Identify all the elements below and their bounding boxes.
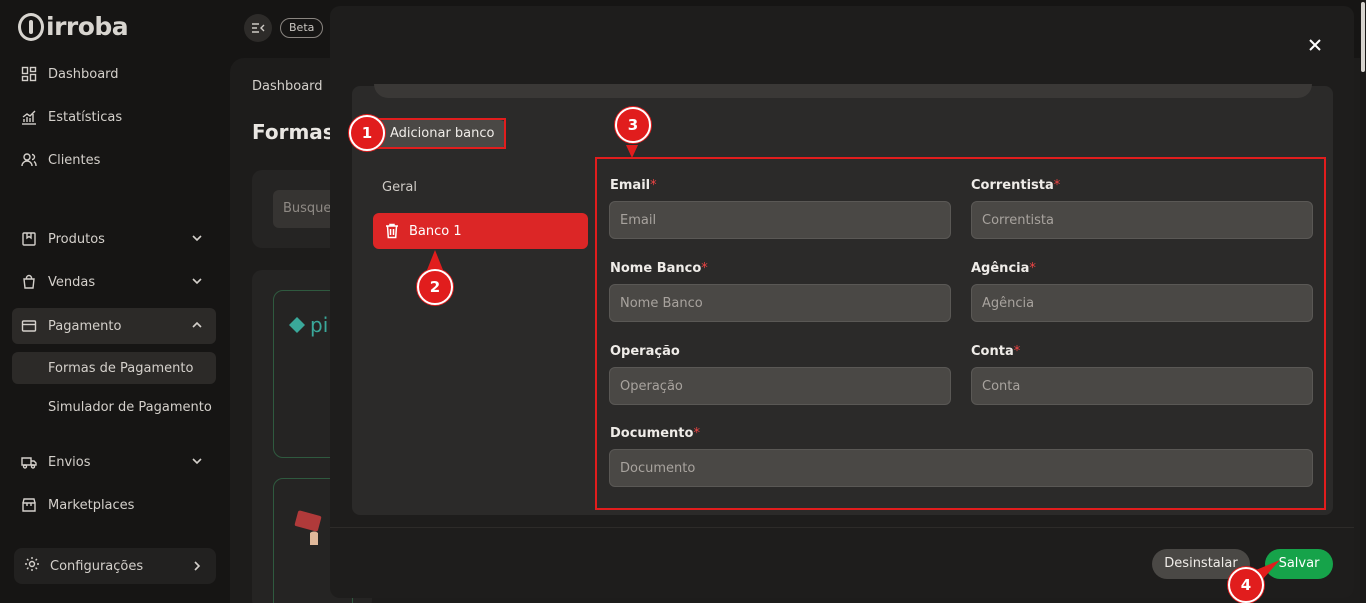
sidebar-subitem-simulador-de-pagamento[interactable]: Simulador de Pagamento bbox=[12, 391, 216, 423]
credit-card-icon bbox=[20, 317, 38, 335]
sidebar-item-label: Clientes bbox=[48, 152, 101, 168]
sidebar-item-label: Pagamento bbox=[48, 318, 122, 334]
gear-icon bbox=[24, 556, 40, 576]
trash-icon[interactable] bbox=[385, 223, 399, 239]
sidebar-item-label: Marketplaces bbox=[48, 497, 135, 513]
pix-logo-text: pi bbox=[310, 313, 329, 337]
sidebar-item-label: Vendas bbox=[48, 274, 96, 290]
truck-icon bbox=[20, 453, 38, 471]
scrollbar-track[interactable] bbox=[1360, 0, 1366, 603]
breadcrumb[interactable]: Dashboard bbox=[252, 79, 323, 94]
tab-banco-1[interactable]: Banco 1 bbox=[373, 213, 588, 249]
annotation-box-form bbox=[595, 157, 1326, 510]
chevron-down-icon bbox=[192, 235, 202, 242]
sidebar-item-label: Dashboard bbox=[48, 66, 119, 82]
collapse-icon bbox=[252, 23, 265, 33]
annotation-marker-1: 1 bbox=[349, 115, 385, 151]
close-icon[interactable] bbox=[1305, 35, 1325, 55]
collapse-sidebar-button[interactable] bbox=[244, 14, 272, 42]
save-button[interactable]: Salvar bbox=[1265, 549, 1333, 579]
sidebar-subitem-label: Formas de Pagamento bbox=[48, 360, 194, 376]
sidebar-item-estatisticas[interactable]: Estatísticas bbox=[12, 99, 216, 135]
sidebar-item-label: Estatísticas bbox=[48, 109, 123, 125]
pix-logo-icon bbox=[289, 317, 305, 333]
modal-scroll-edge bbox=[374, 84, 1312, 98]
sidebar-item-configuracoes[interactable]: Configurações bbox=[14, 548, 216, 584]
logo-icon bbox=[18, 12, 44, 41]
tab-label: Banco 1 bbox=[409, 223, 462, 239]
scrollbar-thumb[interactable] bbox=[1361, 2, 1365, 72]
chevron-up-icon bbox=[192, 321, 202, 328]
annotation-marker-2: 2 bbox=[417, 269, 453, 305]
logo-text: irroba bbox=[46, 12, 129, 41]
sidebar-item-clientes[interactable]: Clientes bbox=[12, 142, 216, 178]
chevron-down-icon bbox=[192, 458, 202, 465]
beta-badge: Beta bbox=[280, 18, 324, 38]
chevron-right-icon bbox=[194, 561, 201, 571]
app-root: irroba Dashboard Estatísticas Clientes P bbox=[0, 0, 1366, 603]
sidebar-item-label: Produtos bbox=[48, 231, 105, 247]
config-label: Configurações bbox=[50, 558, 144, 574]
tab-geral[interactable]: Geral bbox=[382, 180, 417, 195]
product-icon bbox=[20, 230, 38, 248]
logo[interactable]: irroba bbox=[18, 12, 129, 41]
sidebar: irroba Dashboard Estatísticas Clientes P bbox=[0, 0, 230, 603]
page-title: Formas bbox=[252, 120, 335, 144]
modal-footer-divider bbox=[330, 527, 1354, 528]
dashboard-icon bbox=[20, 65, 38, 83]
sidebar-item-envios[interactable]: Envios bbox=[12, 444, 216, 480]
annotation-box-add-bank bbox=[376, 118, 506, 149]
store-icon bbox=[20, 496, 38, 514]
sidebar-item-produtos[interactable]: Produtos bbox=[12, 221, 216, 257]
sidebar-subitem-label: Simulador de Pagamento bbox=[48, 399, 212, 415]
sidebar-item-marketplaces[interactable]: Marketplaces bbox=[12, 487, 216, 523]
sidebar-item-vendas[interactable]: Vendas bbox=[12, 264, 216, 300]
chevron-down-icon bbox=[192, 278, 202, 285]
credit-card-hand-icon bbox=[294, 510, 322, 545]
sidebar-subitem-formas-de-pagamento[interactable]: Formas de Pagamento bbox=[12, 352, 216, 384]
annotation-marker-3: 3 bbox=[615, 107, 651, 143]
sidebar-item-label: Envios bbox=[48, 454, 91, 470]
users-icon bbox=[20, 151, 38, 169]
sidebar-item-dashboard[interactable]: Dashboard bbox=[12, 56, 216, 92]
shopping-bag-icon bbox=[20, 273, 38, 291]
annotation-marker-4: 4 bbox=[1228, 567, 1264, 603]
sidebar-item-pagamento[interactable]: Pagamento bbox=[12, 308, 216, 344]
stats-icon bbox=[20, 108, 38, 126]
